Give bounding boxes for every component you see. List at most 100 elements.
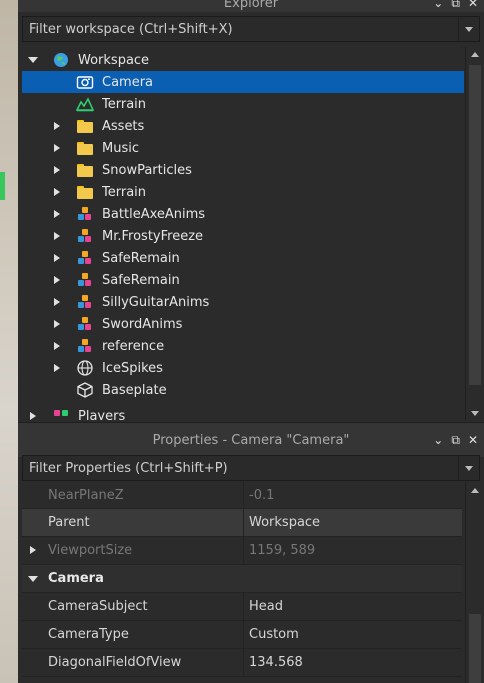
tree-item-battleaxeanims[interactable]: BattleAxeAnims: [22, 203, 464, 225]
tree-item-swordanims[interactable]: SwordAnims: [22, 313, 464, 335]
property-row-diagonalfieldofview[interactable]: DiagonalFieldOfView 134.568: [22, 649, 462, 677]
expand-arrow-icon[interactable]: [52, 209, 62, 219]
property-value[interactable]: Custom: [243, 621, 462, 648]
tree-item-label: SwordAnims: [102, 316, 183, 332]
tree-item-label: SafeRemain: [102, 250, 180, 266]
close-icon[interactable]: ✕: [468, 0, 478, 10]
folder-icon: [76, 184, 94, 200]
model-icon: [76, 316, 94, 332]
tree-item-label: SnowParticles: [102, 162, 192, 178]
properties-scrollbar[interactable]: [465, 482, 484, 683]
tree-item-saferemain-2[interactable]: SafeRemain: [22, 269, 464, 291]
tree-item-sillyguitaranims[interactable]: SillyGuitarAnims: [22, 291, 464, 313]
close-icon[interactable]: ✕: [468, 433, 478, 447]
tree-item-workspace[interactable]: Workspace: [22, 49, 464, 71]
model-icon: [76, 294, 94, 310]
explorer-panel: Explorer ⌄ ⧉ ✕ Filter workspace (Ctrl+Sh…: [18, 0, 484, 422]
collapse-arrow-icon[interactable]: [28, 574, 38, 584]
tree-item-label: Terrain: [102, 184, 147, 200]
tree-item-label: Baseplate: [102, 382, 167, 398]
property-value: 1159, 589: [243, 537, 462, 564]
menu-chevron-icon[interactable]: ⌄: [433, 433, 443, 447]
property-value[interactable]: 134.568: [243, 649, 462, 676]
expand-arrow-icon[interactable]: [52, 187, 62, 197]
property-value[interactable]: Workspace: [243, 509, 462, 536]
undock-icon[interactable]: ⧉: [451, 0, 460, 11]
scroll-down-icon[interactable]: [466, 406, 484, 420]
property-row-parent[interactable]: Parent Workspace: [22, 509, 462, 537]
scroll-thumb[interactable]: [469, 65, 481, 385]
folder-icon: [76, 118, 94, 134]
scroll-thumb[interactable]: [469, 614, 481, 683]
folder-icon: [76, 162, 94, 178]
properties-grid: NearPlaneZ -0.1 Parent Workspace Viewpor…: [22, 482, 462, 683]
property-name: DiagonalFieldOfView: [48, 655, 182, 670]
camera-icon: [76, 74, 94, 90]
expand-arrow-icon[interactable]: [52, 275, 62, 285]
tree-item-baseplate[interactable]: Baseplate: [22, 379, 464, 401]
tree-item-label: Assets: [102, 118, 145, 134]
expand-arrow-icon[interactable]: [52, 231, 62, 241]
property-name: CameraType: [48, 627, 129, 642]
tree-item-saferemain[interactable]: SafeRemain: [22, 247, 464, 269]
properties-filter-input[interactable]: Filter Properties (Ctrl+Shift+P): [22, 455, 480, 481]
tree-item-snowparticles[interactable]: SnowParticles: [22, 159, 464, 181]
tree-item-terrain-folder[interactable]: Terrain: [22, 181, 464, 203]
model-icon: [76, 250, 94, 266]
property-row-viewportsize[interactable]: ViewportSize 1159, 589: [22, 537, 462, 565]
property-section-camera[interactable]: Camera: [22, 565, 462, 593]
folder-icon: [76, 140, 94, 156]
explorer-title-icons: ⌄ ⧉ ✕: [433, 0, 478, 12]
tree-item-assets[interactable]: Assets: [22, 115, 464, 137]
properties-title-icons: ⌄ ⧉ ✕: [433, 423, 478, 457]
explorer-title: Explorer: [223, 0, 279, 11]
undock-icon[interactable]: ⧉: [451, 433, 460, 448]
tree-item-reference[interactable]: reference: [22, 335, 464, 357]
players-icon: [52, 408, 70, 420]
expand-arrow-icon[interactable]: [52, 363, 62, 373]
expand-arrow-icon[interactable]: [52, 341, 62, 351]
tree-item-icespikes[interactable]: IceSpikes: [22, 357, 464, 379]
tree-item-label: Camera: [102, 74, 154, 90]
model-icon: [76, 338, 94, 354]
expand-arrow-icon[interactable]: [52, 319, 62, 329]
explorer-scrollbar[interactable]: [465, 47, 484, 420]
terrain-icon: [75, 96, 95, 112]
tree-item-mrfrostyfreeze[interactable]: Mr.FrostyFreeze: [22, 225, 464, 247]
expand-arrow-icon[interactable]: [52, 253, 62, 263]
property-value[interactable]: Head: [243, 593, 462, 620]
scroll-up-icon[interactable]: [466, 47, 484, 61]
explorer-filter-input[interactable]: Filter workspace (Ctrl+Shift+X): [22, 16, 480, 42]
globe-icon: [76, 360, 94, 376]
tree-item-label: IceSpikes: [102, 360, 163, 376]
filter-dropdown-icon[interactable]: [458, 17, 479, 41]
expand-arrow-icon[interactable]: [52, 297, 62, 307]
expand-arrow-icon[interactable]: [52, 121, 62, 131]
expand-arrow-icon[interactable]: [28, 411, 38, 420]
tree-item-music[interactable]: Music: [22, 137, 464, 159]
scroll-up-icon[interactable]: [466, 484, 484, 496]
explorer-filter-placeholder: Filter workspace (Ctrl+Shift+X): [29, 21, 233, 37]
property-name: NearPlaneZ: [48, 487, 124, 503]
tree-item-label: Mr.FrostyFreeze: [102, 228, 204, 244]
filter-dropdown-icon[interactable]: [458, 456, 479, 480]
tree-item-players[interactable]: Players: [22, 405, 464, 420]
expand-arrow-icon[interactable]: [28, 545, 38, 555]
tree-item-camera[interactable]: Camera: [22, 71, 464, 93]
tree-item-label: BattleAxeAnims: [102, 206, 206, 222]
property-row-nearplanez[interactable]: NearPlaneZ -0.1: [22, 482, 462, 509]
property-row-cameratype[interactable]: CameraType Custom: [22, 621, 462, 649]
property-row-camerasubject[interactable]: CameraSubject Head: [22, 593, 462, 621]
expand-arrow-icon[interactable]: [52, 143, 62, 153]
property-name: ViewportSize: [48, 543, 133, 558]
expand-arrow-icon[interactable]: [52, 165, 62, 175]
section-label: Camera: [48, 571, 104, 586]
model-icon: [76, 228, 94, 244]
tree-item-label: reference: [102, 338, 165, 354]
menu-chevron-icon[interactable]: ⌄: [433, 0, 443, 10]
tree-item-terrain[interactable]: Terrain: [22, 93, 464, 115]
model-icon: [76, 272, 94, 288]
viewport-edge: [0, 0, 18, 683]
viewport-accent: [0, 172, 5, 200]
collapse-arrow-icon[interactable]: [28, 55, 38, 65]
